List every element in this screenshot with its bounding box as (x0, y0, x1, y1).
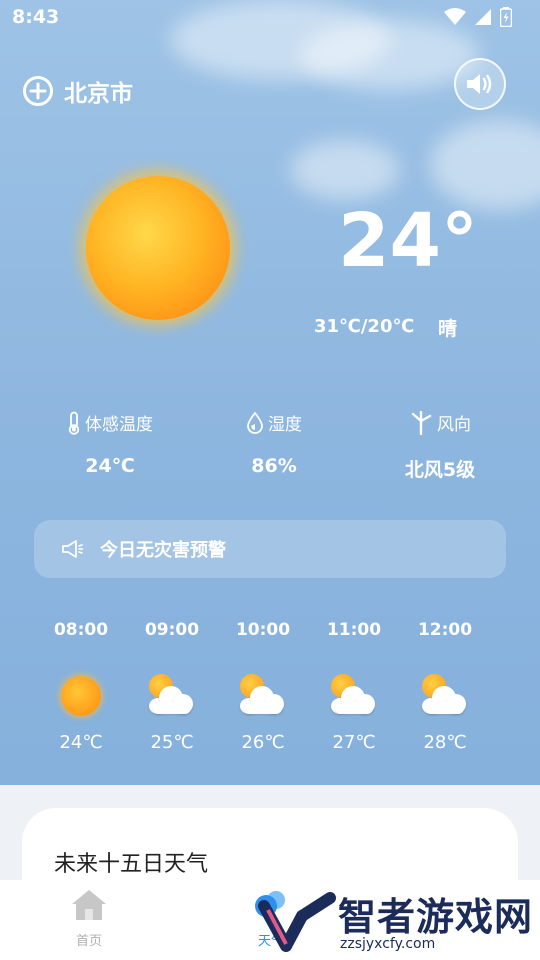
cloud-shape (331, 684, 377, 714)
droplet-icon (247, 411, 263, 434)
metric-header: 湿度 (214, 410, 334, 435)
hour-temperature: 28℃ (423, 732, 467, 753)
metric-header: 体感温度 (50, 410, 170, 435)
metric-label: 体感温度 (85, 415, 153, 435)
thermometer-icon (68, 411, 80, 435)
cloud-shape (240, 684, 286, 714)
hourly-item: 09:00 25℃ (127, 620, 217, 753)
hour-time: 08:00 (53, 620, 109, 640)
hourly-item: 08:00 24℃ (36, 620, 126, 753)
cloud-decoration (290, 140, 400, 200)
hour-temperature: 24℃ (59, 732, 103, 753)
partly-cloudy-icon (420, 674, 470, 720)
tab-label: 首页 (75, 934, 102, 949)
partly-cloudy-icon (329, 674, 379, 720)
city-selector[interactable]: 北京市 (22, 74, 133, 108)
add-city-icon[interactable] (22, 75, 54, 107)
sunny-weather-icon (86, 176, 230, 320)
megaphone-icon (62, 540, 84, 558)
watermark-brand: 智者游戏网 (338, 895, 534, 939)
cloud-decoration (430, 120, 540, 210)
watermark-logo: 智者游戏网 zzsjyxcfy.com (254, 886, 540, 960)
sun-shape (61, 676, 101, 716)
metric-value: 北风5级 (404, 459, 476, 481)
temperature-range: 31℃/20℃ (314, 316, 415, 337)
partly-cloudy-icon (238, 674, 288, 720)
hourly-item: 12:00 28℃ (400, 620, 490, 753)
hour-temperature: 26℃ (241, 732, 285, 753)
weather-condition: 晴 (438, 318, 458, 340)
speaker-icon (467, 74, 492, 94)
weather-screen: 8:43 北京市 24° 31℃/20℃ 晴 体感温度 24℃ 湿度 86% 风… (0, 0, 540, 960)
battery-icon (500, 7, 512, 27)
metric-feels-like: 体感温度 24℃ (50, 410, 170, 477)
partly-cloudy-icon (147, 674, 197, 720)
cloud-shape (422, 684, 468, 714)
tab-home[interactable]: 首页 (44, 888, 134, 949)
metric-value: 86% (251, 455, 297, 477)
voice-broadcast-button[interactable] (454, 58, 506, 110)
metric-header: 风向 (380, 410, 500, 435)
wind-turbine-icon (411, 410, 432, 435)
status-time: 8:43 (12, 6, 60, 28)
hour-time: 12:00 (417, 620, 473, 640)
alert-text: 今日无灾害预警 (100, 540, 226, 561)
forecast-title: 未来十五日天气 (54, 852, 209, 877)
metric-label: 风向 (437, 415, 471, 435)
signal-icon (475, 9, 491, 25)
hour-time: 11:00 (326, 620, 382, 640)
current-temperature: 24° (338, 198, 478, 284)
metric-humidity: 湿度 86% (214, 410, 334, 477)
sun-icon (56, 674, 106, 720)
hour-temperature: 27℃ (332, 732, 376, 753)
watermark-url: zzsjyxcfy.com (340, 936, 436, 952)
hourly-item: 11:00 27℃ (309, 620, 399, 753)
logo-mark-icon (258, 892, 336, 952)
home-icon (72, 890, 106, 920)
hour-temperature: 25℃ (150, 732, 194, 753)
hourly-item: 10:00 26℃ (218, 620, 308, 753)
status-bar: 8:43 (0, 0, 540, 36)
hour-time: 10:00 (235, 620, 291, 640)
hour-time: 09:00 (144, 620, 200, 640)
status-icons (444, 7, 512, 27)
metric-value: 24℃ (85, 455, 135, 477)
disaster-alert-banner[interactable]: 今日无灾害预警 (34, 520, 506, 578)
city-name[interactable]: 北京市 (64, 74, 133, 108)
metric-wind: 风向 北风5级 (380, 410, 500, 482)
wifi-icon (444, 8, 466, 25)
metric-label: 湿度 (268, 415, 302, 435)
cloud-shape (149, 684, 195, 714)
